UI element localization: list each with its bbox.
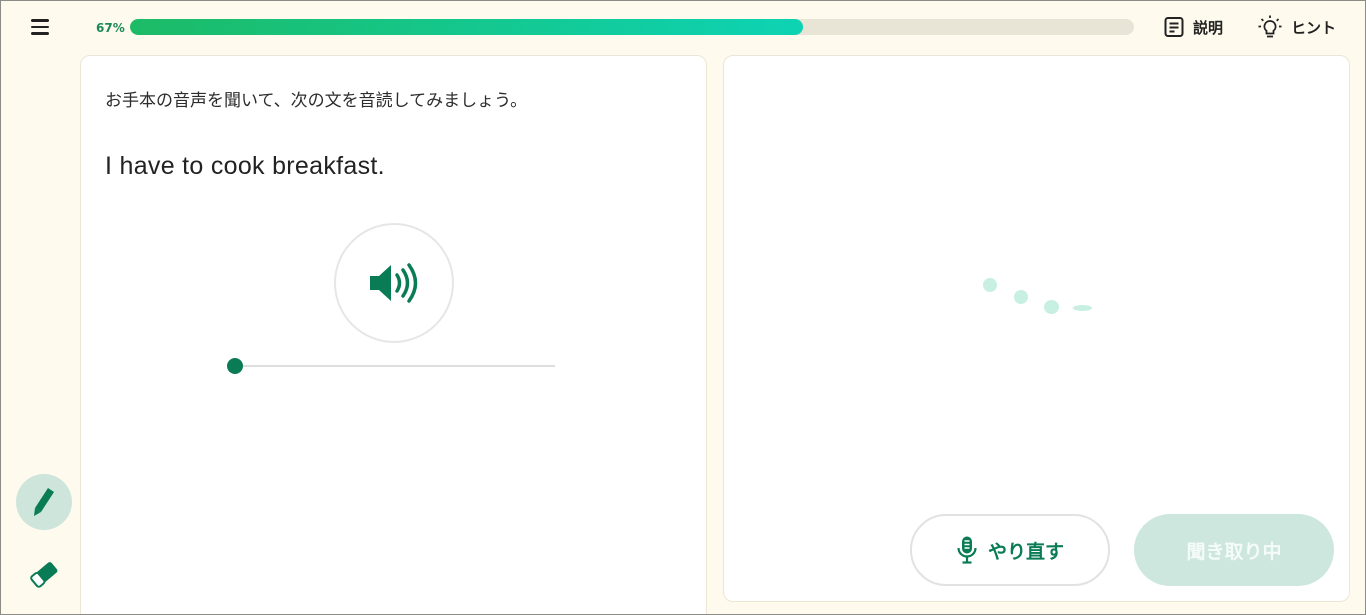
listening-status-button: 聞き取り中 [1134,514,1334,586]
instruction-text: お手本の音声を聞いて、次の文を音読してみましょう。 [105,91,528,111]
question-panel: お手本の音声を聞いて、次の文を音読してみましょう。 I have to cook… [80,55,707,615]
retry-button[interactable]: やり直す [910,514,1110,586]
pen-tool-button[interactable] [16,474,72,530]
menu-button[interactable] [27,16,53,38]
eraser-icon [30,562,58,588]
retry-label: やり直す [987,540,1064,563]
progress-bar [130,19,1134,35]
progress-percent: 67% [96,21,125,35]
lightbulb-icon [1258,15,1282,38]
explain-label: 説明 [1193,18,1224,37]
progress-fill [130,19,803,35]
audio-seek-track[interactable] [235,365,555,367]
speaker-icon [370,263,418,303]
pencil-icon [34,488,54,516]
eraser-tool-button[interactable] [16,546,72,602]
listening-label: 聞き取り中 [1186,540,1282,563]
hint-button[interactable]: ヒント [1257,14,1336,40]
target-sentence: I have to cook breakfast. [105,152,385,180]
play-audio-button[interactable] [334,223,454,343]
document-icon [1164,17,1184,37]
loading-dot [1073,305,1092,311]
microphone-icon [957,536,977,564]
hamburger-icon [31,19,49,22]
hint-label: ヒント [1291,18,1337,37]
loading-dot [1014,290,1028,304]
audio-seek-handle[interactable] [227,358,243,374]
loading-dot [983,278,997,292]
explain-button[interactable]: 説明 [1163,14,1223,40]
loading-dot [1044,300,1059,314]
